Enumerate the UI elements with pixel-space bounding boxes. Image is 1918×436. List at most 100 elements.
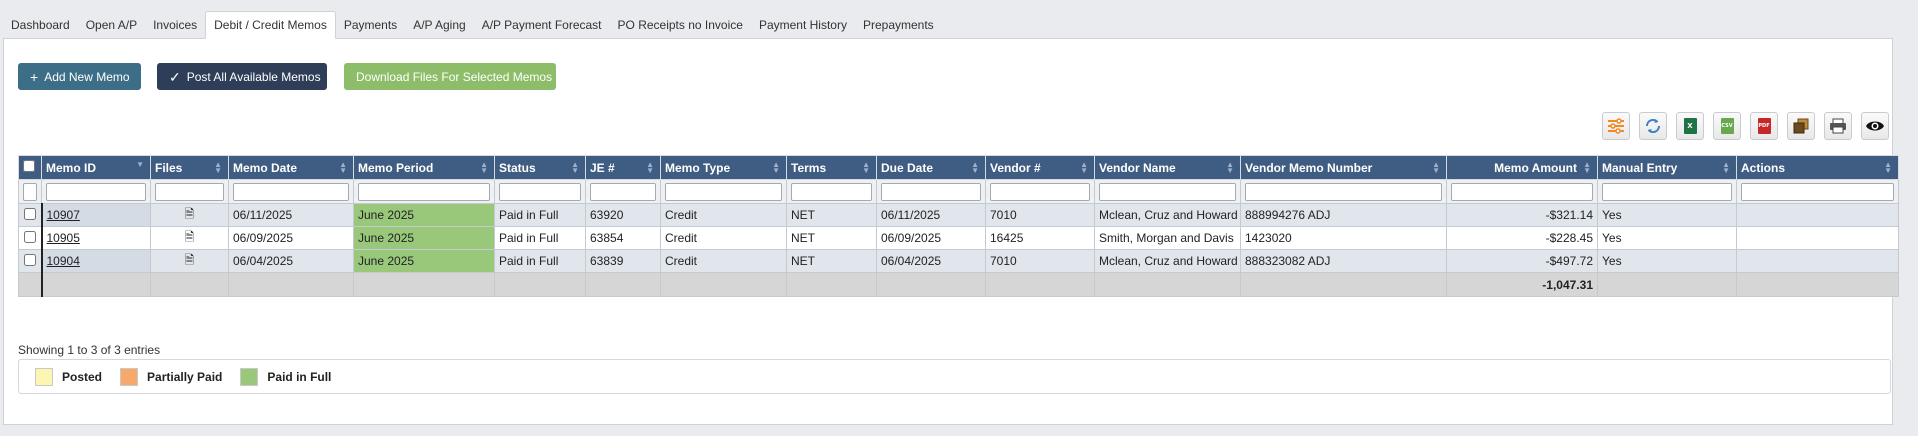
filter-select-input[interactable] <box>23 182 37 201</box>
excel-icon-text: X <box>1687 122 1693 130</box>
col-terms-label: Terms <box>791 160 827 175</box>
filter-cell <box>985 179 1095 204</box>
print-button[interactable] <box>1824 112 1852 140</box>
filter-memo-date-input[interactable] <box>233 182 349 201</box>
tab-prepayments[interactable]: Prepayments <box>855 12 942 38</box>
copy-button[interactable] <box>1787 112 1815 140</box>
due-date-cell: 06/11/2025 <box>876 203 986 227</box>
col-status[interactable]: Status ▲ ▼ <box>494 155 586 180</box>
due-date-cell: 06/09/2025 <box>876 226 986 250</box>
legend-item-posted: Posted <box>35 367 102 386</box>
filter-files-input[interactable] <box>155 182 224 201</box>
col-due-date-label: Due Date <box>881 160 934 175</box>
file-icon[interactable]: 🗎 <box>185 207 195 221</box>
filter-terms-input[interactable] <box>791 182 872 201</box>
sort-icon: ▲ ▼ <box>339 160 347 175</box>
tab-dashboard[interactable]: Dashboard <box>3 12 78 38</box>
sort-icon: ▲ ▼ <box>1080 160 1088 175</box>
col-vendor-name[interactable]: Vendor Name ▲ ▼ <box>1094 155 1241 180</box>
pdf-export-button[interactable]: PDF <box>1750 112 1778 140</box>
total-amount: -1,047.31 <box>1446 272 1598 297</box>
manual-entry-cell: Yes <box>1597 249 1737 273</box>
select-all-checkbox[interactable] <box>23 160 35 172</box>
filter-vendor-memo-number-input[interactable] <box>1245 182 1442 201</box>
tab-invoices[interactable]: Invoices <box>145 12 205 38</box>
total-cell <box>660 272 787 297</box>
header-row: Memo ID ▼ Files ▲ ▼ Memo Date ▲ ▼ Memo Period… <box>18 155 1899 180</box>
col-memo-type[interactable]: Memo Type ▲ ▼ <box>660 155 787 180</box>
tab-payment-history[interactable]: Payment History <box>751 12 855 38</box>
refresh-button[interactable] <box>1639 112 1667 140</box>
tab-po-receipts-no-invoice[interactable]: PO Receipts no Invoice <box>610 12 751 38</box>
memo-type-cell: Credit <box>660 226 787 250</box>
filter-je-input[interactable] <box>590 182 656 201</box>
add-new-memo-label: Add New Memo <box>44 69 130 84</box>
col-actions[interactable]: Actions ▲ ▼ <box>1736 155 1899 180</box>
col-memo-period[interactable]: Memo Period ▲ ▼ <box>353 155 495 180</box>
file-icon[interactable]: 🗎 <box>185 253 195 267</box>
filter-vendor-no-input[interactable] <box>990 182 1090 201</box>
filter-memo-id-input[interactable] <box>46 182 146 201</box>
col-memo-date[interactable]: Memo Date ▲ ▼ <box>228 155 354 180</box>
total-cell <box>494 272 586 297</box>
memo-id-link[interactable]: 10904 <box>47 254 80 268</box>
legend-label-paid-in-full: Paid in Full <box>267 369 332 384</box>
filter-due-date-input[interactable] <box>881 182 981 201</box>
col-due-date[interactable]: Due Date ▲ ▼ <box>876 155 986 180</box>
entries-info: Showing 1 to 3 of 3 entries <box>18 343 161 357</box>
filter-actions-input[interactable] <box>1741 182 1894 201</box>
manual-entry-cell: Yes <box>1597 226 1737 250</box>
file-icon[interactable]: 🗎 <box>185 230 195 244</box>
filter-manual-entry-input[interactable] <box>1602 182 1732 201</box>
filter-memo-amount-input[interactable] <box>1451 182 1593 201</box>
filter-memo-type-input[interactable] <box>665 182 782 201</box>
memo-id-link[interactable]: 10907 <box>47 208 80 222</box>
memo-date-cell: 06/11/2025 <box>228 203 354 227</box>
row-checkbox[interactable] <box>23 253 36 266</box>
total-cell <box>18 272 42 297</box>
row-checkbox[interactable] <box>23 230 36 243</box>
filter-vendor-name-input[interactable] <box>1099 182 1236 201</box>
col-manual-entry-label: Manual Entry <box>1602 160 1678 175</box>
excel-export-icon: X <box>1683 118 1697 134</box>
files-cell: 🗎 <box>150 249 229 273</box>
col-manual-entry[interactable]: Manual Entry ▲ ▼ <box>1597 155 1737 180</box>
col-memo-amount[interactable]: Memo Amount ▲ ▼ <box>1446 155 1598 180</box>
filter-status-input[interactable] <box>499 182 581 201</box>
memo-amount-cell: -$228.45 <box>1446 226 1598 250</box>
csv-export-button[interactable]: CSV <box>1713 112 1741 140</box>
column-settings-button[interactable] <box>1602 112 1630 140</box>
tab-ap-aging[interactable]: A/P Aging <box>405 12 474 38</box>
add-new-memo-button[interactable]: + Add New Memo <box>18 63 141 90</box>
memo-id-link[interactable]: 10905 <box>47 231 80 245</box>
table-row[interactable]: 10907 🗎 06/11/2025 June 2025 Paid in Ful… <box>18 203 1899 227</box>
download-files-button[interactable]: Download Files For Selected Memos <box>344 63 556 90</box>
view-button[interactable] <box>1861 112 1889 140</box>
col-je[interactable]: JE # ▲ ▼ <box>585 155 661 180</box>
col-terms[interactable]: Terms ▲ ▼ <box>786 155 877 180</box>
col-vendor-no[interactable]: Vendor # ▲ ▼ <box>985 155 1095 180</box>
row-checkbox[interactable] <box>23 207 36 220</box>
post-all-memos-button[interactable]: ✓ Post All Available Memos <box>157 63 327 90</box>
table-row[interactable]: 10905 🗎 06/09/2025 June 2025 Paid in Ful… <box>18 226 1899 250</box>
table-toolbar: X CSV PDF <box>1602 112 1889 140</box>
table-row[interactable]: 10904 🗎 06/04/2025 June 2025 Paid in Ful… <box>18 249 1899 273</box>
tab-payments[interactable]: Payments <box>336 12 405 38</box>
files-cell: 🗎 <box>150 226 229 250</box>
plus-icon: + <box>30 68 39 85</box>
col-memo-period-label: Memo Period <box>358 160 434 175</box>
total-cell <box>1736 272 1899 297</box>
files-cell: 🗎 <box>150 203 229 227</box>
filter-memo-period-input[interactable] <box>358 182 490 201</box>
col-files[interactable]: Files ▲ ▼ <box>150 155 229 180</box>
filter-cell <box>1094 179 1241 204</box>
tab-ap-payment-forecast[interactable]: A/P Payment Forecast <box>474 12 610 38</box>
memo-date-cell: 06/09/2025 <box>228 226 354 250</box>
tab-open-ap[interactable]: Open A/P <box>78 12 145 38</box>
col-memo-id[interactable]: Memo ID ▼ <box>41 155 151 180</box>
excel-export-button[interactable]: X <box>1676 112 1704 140</box>
col-vendor-memo-number[interactable]: Vendor Memo Number ▲ ▼ <box>1240 155 1447 180</box>
tab-debit-credit-memos[interactable]: Debit / Credit Memos <box>205 11 336 39</box>
post-all-memos-label: Post All Available Memos <box>186 69 321 84</box>
sort-icon: ▲ ▼ <box>862 160 870 175</box>
